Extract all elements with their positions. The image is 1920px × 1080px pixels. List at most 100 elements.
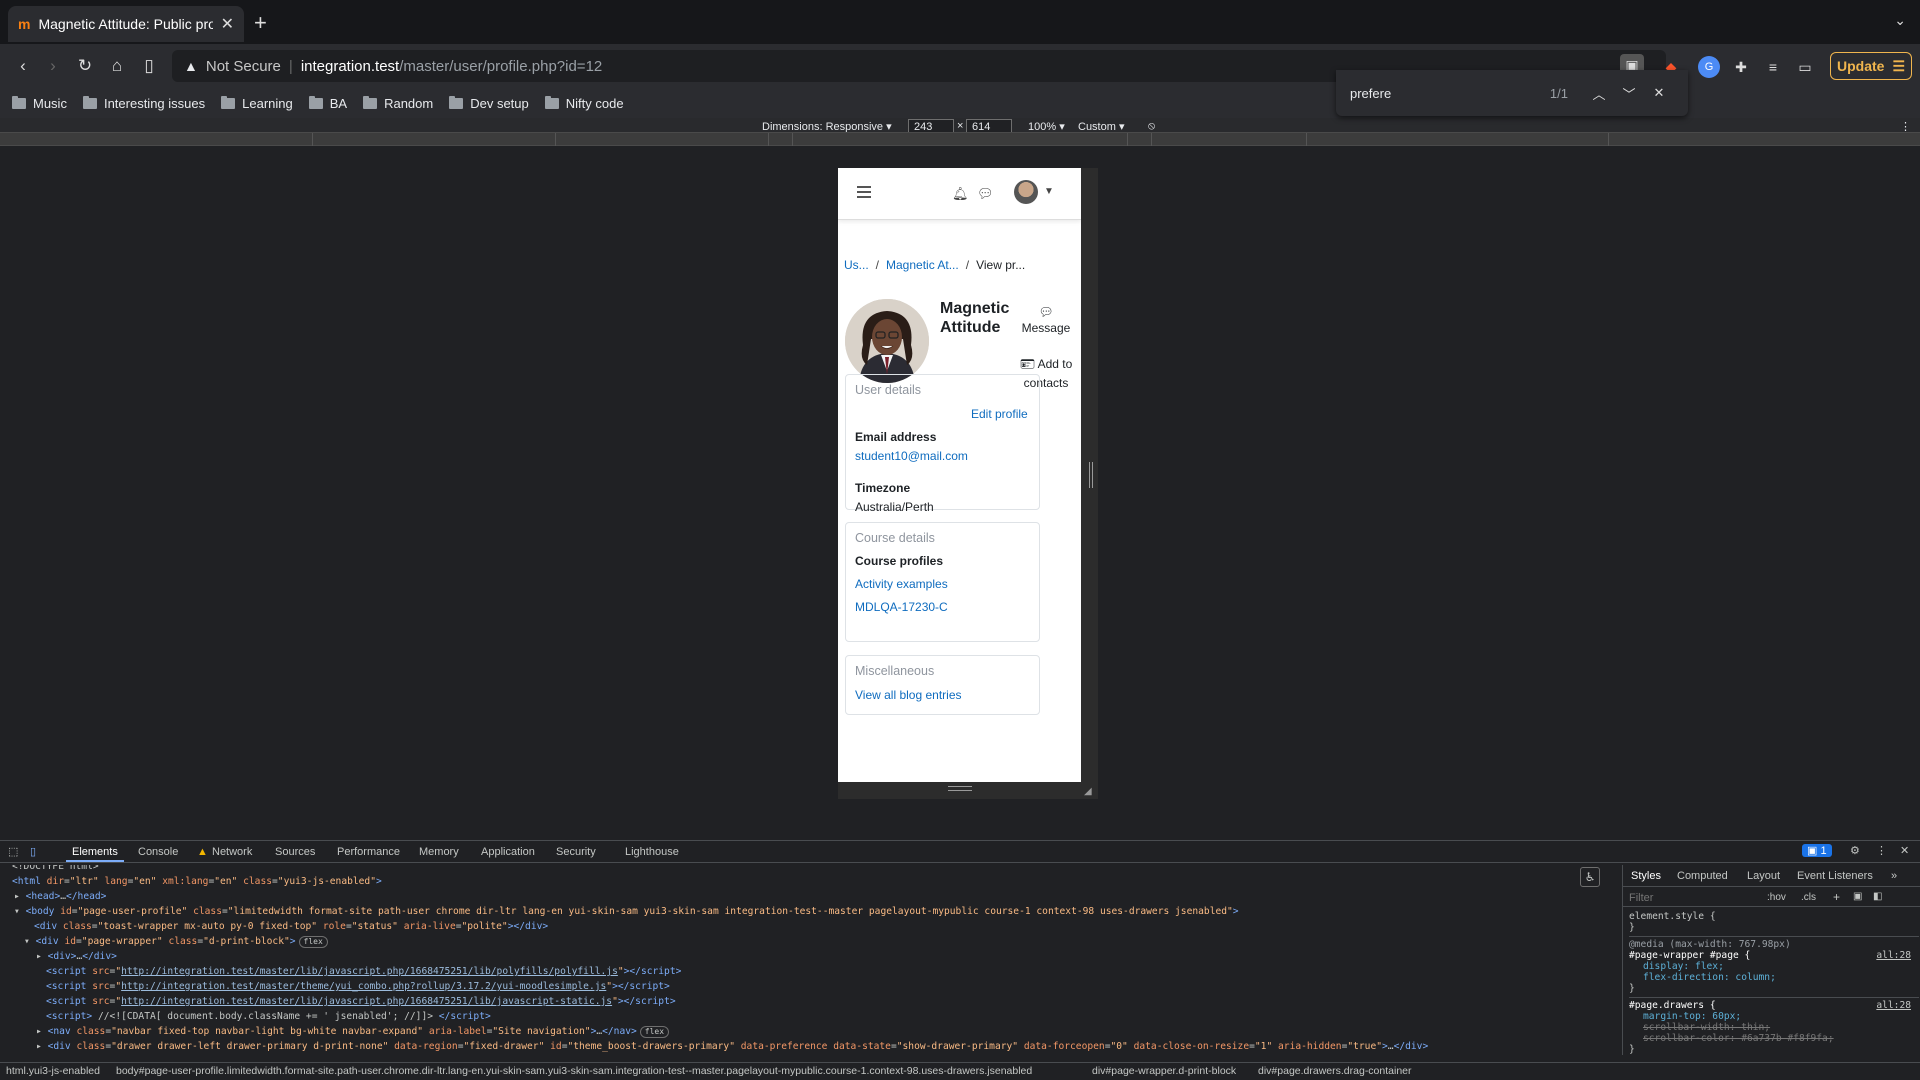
close-icon[interactable]: ✕ [1644, 85, 1674, 101]
more-tabs-icon[interactable]: » [1891, 870, 1897, 882]
tab-layout[interactable]: Layout [1747, 870, 1780, 882]
translate-icon[interactable]: G [1698, 56, 1720, 78]
ruler-segment[interactable] [1608, 133, 1609, 147]
dom-line[interactable]: ▾ <div id="page-wrapper" class="d-print-… [24, 934, 328, 949]
bookmark-folder[interactable]: Music [12, 95, 67, 111]
dom-breadcrumb[interactable]: div#page.drawers.drag-container [1258, 1065, 1412, 1077]
tab-search-chevron-icon[interactable]: ⌄ [1894, 12, 1906, 29]
course-link[interactable]: Activity examples [855, 577, 948, 591]
tab-console[interactable]: Console [138, 846, 178, 858]
rule-declaration-invalid[interactable]: scrollbar-width: thin; [1629, 1022, 1919, 1033]
bell-icon[interactable]: 🔔︎ [952, 186, 969, 202]
tab-sources[interactable]: Sources [275, 846, 315, 858]
dom-line[interactable]: ▾ <body id="page-user-profile" class="li… [14, 904, 1239, 919]
home-icon[interactable]: ⌂ [104, 53, 130, 79]
reload-icon[interactable]: ↻ [72, 53, 98, 79]
forward-icon[interactable]: › [40, 53, 66, 79]
bookmark-folder[interactable]: Nifty code [544, 95, 624, 111]
tab-elements[interactable]: Elements [72, 846, 118, 858]
rule-selector[interactable]: #page.drawers { [1629, 1000, 1716, 1011]
chevron-down-icon[interactable]: ﹀ [1614, 84, 1644, 103]
tab-styles[interactable]: Styles [1631, 870, 1661, 882]
dom-breadcrumb[interactable]: body#page-user-profile.limitedwidth.form… [116, 1065, 1032, 1077]
ruler-segment[interactable] [1306, 133, 1307, 147]
chevron-down-icon[interactable]: ▼ [1044, 186, 1054, 197]
ruler-segment[interactable] [555, 133, 556, 147]
find-input[interactable]: prefere [1350, 86, 1550, 101]
tab-network[interactable]: Network [212, 846, 252, 858]
ruler-segment[interactable] [1151, 133, 1152, 147]
tab-lighthouse[interactable]: Lighthouse [625, 846, 679, 858]
new-tab-button[interactable]: + [254, 10, 267, 36]
dom-line[interactable]: ▸ <div>…</div> [36, 949, 117, 964]
user-avatar[interactable] [1014, 180, 1038, 204]
playlist-icon[interactable]: ≡ [1762, 56, 1784, 78]
tab-application[interactable]: Application [481, 846, 535, 858]
bookmark-folder[interactable]: Dev setup [449, 95, 529, 111]
ruler-segment[interactable] [312, 133, 313, 147]
dom-line[interactable]: <script> //<![CDATA[ document.body.class… [46, 1009, 491, 1024]
inspect-element-icon[interactable]: ⬚ [8, 845, 18, 858]
close-icon[interactable]: ✕ [1900, 844, 1909, 857]
issues-badge[interactable]: ▣ 1 [1802, 844, 1832, 857]
bookmark-folder[interactable]: Interesting issues [82, 95, 205, 111]
dom-line[interactable]: <script src="http://integration.test/mas… [46, 964, 681, 979]
styles-filter-input[interactable] [1629, 891, 1729, 905]
dom-line[interactable]: <html dir="ltr" lang="en" xml:lang="en" … [12, 874, 382, 889]
ruler-segment[interactable] [1127, 133, 1128, 147]
bookmark-icon[interactable]: ▯ [136, 53, 162, 79]
message-button[interactable]: 💬︎ Message [1016, 304, 1076, 336]
settings-gear-icon[interactable]: ⚙ [1850, 844, 1860, 857]
blog-entries-link[interactable]: View all blog entries [855, 688, 962, 702]
dom-breadcrumb[interactable]: html.yui3-js-enabled [6, 1065, 100, 1077]
hover-toggle[interactable]: :hov [1767, 892, 1786, 903]
tab-memory[interactable]: Memory [419, 846, 459, 858]
browser-tab[interactable]: m Magnetic Attitude: Public profile ✕ [8, 6, 244, 42]
rule-declaration[interactable]: display: flex; [1629, 961, 1919, 972]
paint-icon[interactable]: ▣ [1853, 891, 1862, 902]
bookmark-folder[interactable]: Random [363, 95, 433, 111]
dom-line[interactable]: <div class="toast-wrapper mx-auto py-0 f… [34, 919, 548, 934]
more-options-icon[interactable]: ⋮ [1876, 844, 1887, 857]
edit-profile-link[interactable]: Edit profile [971, 407, 1028, 421]
breadcrumb-link[interactable]: Us... [844, 258, 869, 272]
tab-performance[interactable]: Performance [337, 846, 400, 858]
back-icon[interactable]: ‹ [10, 53, 36, 79]
device-toggle-icon[interactable]: ▯ [30, 845, 36, 858]
chevron-up-icon[interactable]: ︿ [1584, 84, 1614, 103]
email-link[interactable]: student10@mail.com [855, 449, 968, 463]
chat-bubble-icon[interactable]: 💬︎ [977, 186, 994, 202]
extensions-icon[interactable]: ✚ [1730, 56, 1752, 78]
rule-selector[interactable]: #page-wrapper #page { [1629, 950, 1750, 961]
ruler-segment[interactable] [792, 133, 793, 147]
bookmark-folder[interactable]: Learning [221, 95, 293, 111]
accessibility-icon[interactable]: ♿︎ [1580, 867, 1600, 887]
ruler-segment[interactable] [768, 133, 769, 147]
dom-line[interactable]: <script src="http://integration.test/mas… [46, 994, 676, 1009]
tab-computed[interactable]: Computed [1677, 870, 1728, 882]
wallet-icon[interactable]: ▭ [1794, 56, 1816, 78]
dom-line[interactable]: ▸ <nav class="navbar fixed-top navbar-li… [36, 1024, 670, 1039]
close-tab-icon[interactable]: ✕ [221, 14, 234, 34]
tab-security[interactable]: Security [556, 846, 596, 858]
update-button[interactable]: Update ☰ [1830, 52, 1912, 80]
rule-declaration[interactable]: flex-direction: column; [1629, 972, 1919, 983]
hamburger-menu-icon[interactable] [857, 186, 871, 198]
rule-declaration-invalid[interactable]: scrollbar-color: #6a737b #f8f9fa; [1629, 1033, 1919, 1044]
dom-line[interactable]: ▸ <div class="drawer drawer-left drawer-… [36, 1039, 1428, 1054]
tab-event-listeners[interactable]: Event Listeners [1797, 870, 1873, 882]
dom-line[interactable]: <script src="http://integration.test/mas… [46, 979, 670, 994]
resize-handle-bottom[interactable] [948, 786, 972, 791]
add-rule-icon[interactable]: + [1833, 890, 1840, 904]
dom-breadcrumb[interactable]: div#page-wrapper.d-print-block [1092, 1065, 1236, 1077]
breadcrumb-link[interactable]: Magnetic At... [886, 258, 959, 272]
rule-declaration[interactable]: margin-top: 60px; [1629, 1011, 1919, 1022]
resize-corner-icon[interactable]: ◢ [1084, 786, 1096, 798]
bookmark-folder[interactable]: BA [308, 95, 347, 111]
resize-handle-right[interactable] [1089, 462, 1093, 488]
dom-line[interactable]: <!DOCTYPE html> [12, 865, 99, 874]
class-toggle[interactable]: .cls [1801, 892, 1816, 903]
source-link[interactable]: all:28 [1876, 1000, 1911, 1011]
sidebar-toggle-icon[interactable]: ◧ [1873, 891, 1882, 902]
course-link[interactable]: MDLQA-17230-C [855, 600, 948, 614]
